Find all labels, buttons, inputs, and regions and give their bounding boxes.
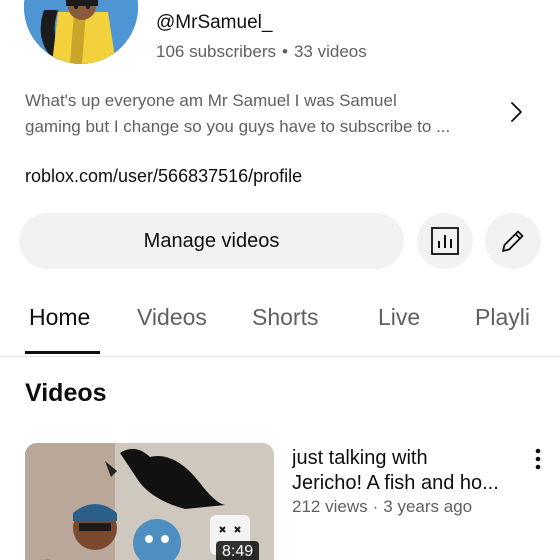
pencil-icon: [502, 230, 524, 252]
video-title-line: just talking with: [292, 447, 428, 469]
video-age: 3 years ago: [383, 497, 473, 516]
more-options-icon[interactable]: [528, 446, 548, 472]
description-line: What's up everyone am Mr Samuel I was Sa…: [25, 91, 397, 110]
video-views: 212 views: [292, 497, 368, 516]
channel-link[interactable]: roblox.com/user/566837516/profile: [25, 166, 302, 187]
analytics-icon: [431, 227, 459, 255]
tab-shorts[interactable]: Shorts: [252, 304, 318, 331]
manage-videos-button[interactable]: Manage videos: [19, 213, 404, 269]
manage-videos-label: Manage videos: [143, 229, 280, 252]
channel-avatar[interactable]: [24, 0, 138, 64]
video-duration: 8:49: [216, 541, 260, 560]
channel-handle: @MrSamuel_: [156, 12, 273, 33]
stats-separator: •: [282, 42, 288, 61]
tab-live[interactable]: Live: [378, 304, 420, 331]
avatar-illustration: [24, 0, 138, 64]
edit-channel-button[interactable]: [485, 213, 541, 269]
chevron-right-icon[interactable]: [506, 100, 528, 124]
subscriber-count: 106 subscribers: [156, 42, 277, 61]
description-line: gaming but I change so you guys have to …: [25, 117, 451, 136]
tab-playlists[interactable]: Playli: [475, 304, 530, 331]
channel-stats: 106 subscribers • 33 videos: [156, 42, 367, 62]
analytics-button[interactable]: [417, 213, 473, 269]
video-meta-separator: ·: [372, 497, 379, 516]
channel-page: @MrSamuel_ 106 subscribers • 33 videos Wha…: [0, 0, 560, 560]
video-meta: 212 views · 3 years ago: [292, 497, 472, 517]
section-title: Videos: [25, 379, 107, 407]
tab-home[interactable]: Home: [29, 304, 90, 331]
channel-description[interactable]: What's up everyone am Mr Samuel I was Sa…: [25, 88, 495, 140]
video-title[interactable]: just talking with Jericho! A fish and ho…: [292, 446, 522, 496]
video-title-line: Jericho! A fish and ho...: [292, 472, 499, 494]
active-tab-indicator: [25, 351, 100, 354]
tab-videos[interactable]: Videos: [137, 304, 207, 331]
channel-tabs: Home Videos Shorts Live Playli: [0, 290, 560, 357]
video-count: 33 videos: [293, 42, 367, 61]
